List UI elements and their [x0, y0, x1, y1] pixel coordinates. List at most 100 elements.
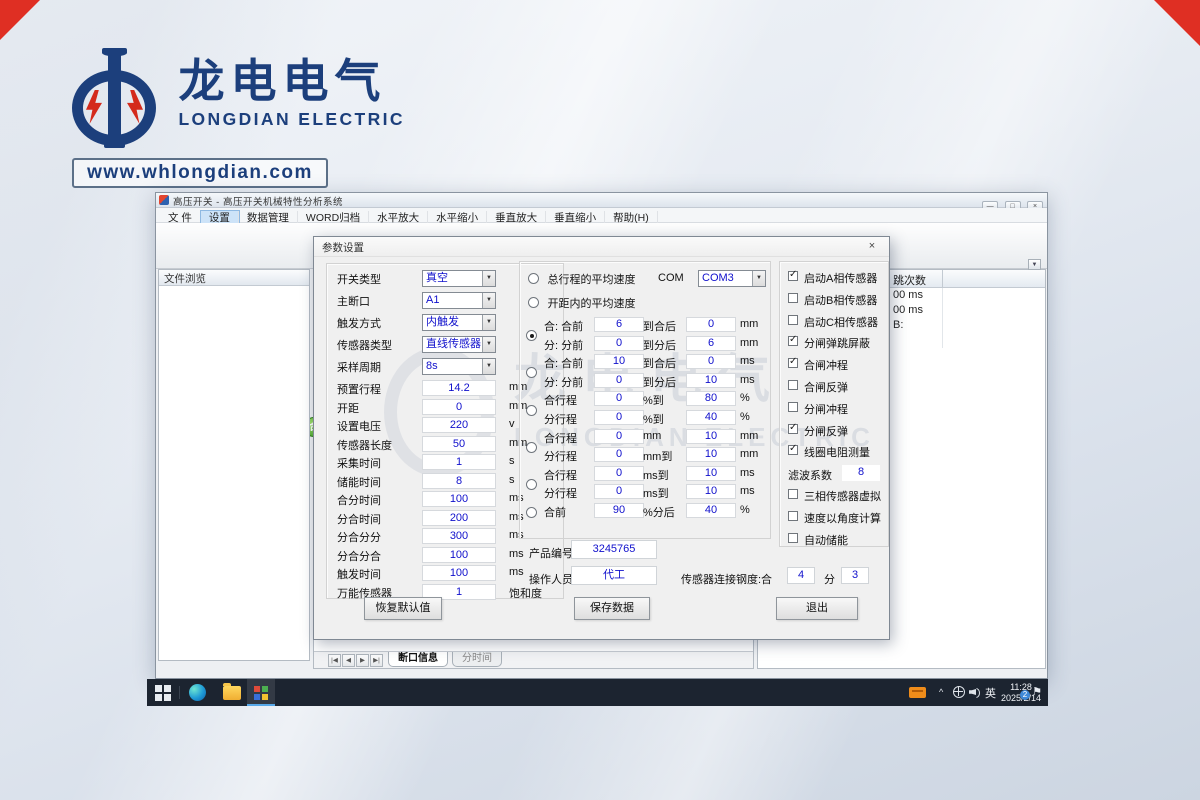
checkbox-row[interactable]: 合闸冲程 — [780, 355, 888, 377]
active-app-icon[interactable] — [247, 679, 275, 706]
speed-value-input[interactable]: 6 — [594, 317, 644, 332]
checkbox-row[interactable]: 速度以角度计算 — [780, 508, 888, 530]
speed-value-input[interactable]: 40 — [686, 503, 736, 518]
com-port-select[interactable]: COM3▼ — [698, 270, 766, 287]
param-input[interactable]: 100▼ — [422, 565, 496, 581]
edge-browser-icon[interactable] — [189, 684, 206, 701]
speed-mid-label: ms到 — [643, 485, 669, 501]
speed-value-input[interactable]: 0 — [686, 354, 736, 369]
bottom-tab[interactable]: 分时间 — [452, 652, 502, 667]
operator-input[interactable]: 代工 — [571, 566, 657, 585]
param-input[interactable]: 200▼ — [422, 510, 496, 526]
param-input[interactable]: 直线传感器▼ — [422, 336, 496, 353]
speed-unit: mm — [740, 448, 758, 460]
checkbox — [788, 336, 798, 346]
chevron-down-icon[interactable]: ▼ — [482, 337, 495, 352]
chevron-down-icon[interactable]: ▼ — [1028, 259, 1041, 270]
start-button[interactable] — [155, 684, 172, 701]
checkbox-row[interactable]: 启动C相传感器 — [780, 312, 888, 334]
speed-value-input[interactable]: 0 — [594, 336, 644, 351]
record-nav-button[interactable]: ▶| — [370, 654, 383, 667]
checkbox — [788, 315, 798, 325]
speed-value-input[interactable]: 0 — [686, 317, 736, 332]
avg-speed-option-2[interactable]: 开距内的平均速度 — [528, 294, 635, 310]
checkbox — [788, 424, 798, 434]
checkbox-row[interactable]: 启动A相传感器 — [780, 268, 888, 290]
param-input[interactable]: 100▼ — [422, 491, 496, 507]
tray-utility-icon[interactable] — [909, 687, 926, 698]
speed-row-label: 合前 — [544, 504, 566, 520]
param-input[interactable]: 内触发▼ — [422, 314, 496, 331]
ime-indicator[interactable]: 英 — [985, 685, 996, 701]
param-input[interactable]: 真空▼ — [422, 270, 496, 287]
longdian-logo — [72, 48, 160, 148]
speed-value-input[interactable]: 0 — [594, 484, 644, 499]
chevron-down-icon[interactable]: ▼ — [482, 359, 495, 374]
param-input[interactable]: 8s▼ — [422, 358, 496, 375]
checkbox-row[interactable]: 自动储能 — [780, 530, 888, 552]
exit-button[interactable]: 退出 — [776, 597, 858, 620]
speed-value-input[interactable]: 10 — [594, 354, 644, 369]
stiffness-open-input[interactable]: 3 — [841, 567, 869, 584]
speed-value-input[interactable]: 6 — [686, 336, 736, 351]
param-input[interactable]: 1▼ — [422, 454, 496, 470]
file-explorer-icon[interactable] — [223, 686, 241, 700]
record-nav-button[interactable]: |◀ — [328, 654, 341, 667]
restore-defaults-button[interactable]: 恢复默认值 — [364, 597, 442, 620]
checkbox-row[interactable]: 分闸反弹 — [780, 421, 888, 443]
record-nav-button[interactable]: ◀ — [342, 654, 355, 667]
volume-icon[interactable] — [969, 686, 982, 698]
chevron-down-icon[interactable]: ▼ — [482, 293, 495, 308]
product-no-input[interactable]: 3245765 — [571, 540, 657, 559]
notification-center-icon[interactable]: ⚑ 2 — [1020, 684, 1044, 701]
speed-value-input[interactable]: 0 — [594, 410, 644, 425]
radio[interactable] — [526, 507, 537, 518]
dialog-close-icon[interactable]: × — [861, 239, 883, 254]
network-icon[interactable] — [953, 686, 965, 698]
avg-speed-option-1[interactable]: 总行程的平均速度 COM COM3▼ — [528, 270, 635, 286]
hidden-icons-chevron[interactable]: ^ — [939, 687, 949, 697]
param-input[interactable]: 14.2▼ — [422, 380, 496, 396]
checkbox-row[interactable]: 分闸弹跳屏蔽 — [780, 333, 888, 355]
checkbox-label: 启动A相传感器 — [804, 270, 877, 286]
stiffness-close-input[interactable]: 4 — [787, 567, 815, 584]
speed-value-input[interactable]: 10 — [686, 373, 736, 388]
speed-row-label: 分行程 — [544, 485, 577, 501]
chevron-down-icon[interactable]: ▼ — [482, 271, 495, 286]
speed-value-input[interactable]: 40 — [686, 410, 736, 425]
param-input[interactable]: 50▼ — [422, 436, 496, 452]
save-data-button[interactable]: 保存数据 — [574, 597, 650, 620]
checkbox-row[interactable]: 分闸冲程 — [780, 399, 888, 421]
speed-value-input[interactable]: 10 — [686, 466, 736, 481]
speed-value-input[interactable]: 10 — [686, 484, 736, 499]
filter-input[interactable]: 8 — [842, 465, 880, 481]
speed-value-input[interactable]: 0 — [594, 447, 644, 462]
param-input[interactable]: 8▼ — [422, 473, 496, 489]
param-input[interactable]: A1▼ — [422, 292, 496, 309]
speed-value-input[interactable]: 0 — [594, 429, 644, 444]
param-input[interactable]: 300▼ — [422, 528, 496, 544]
speed-value-input[interactable]: 10 — [686, 447, 736, 462]
menu-bar: 文 件设置数据管理WORD归档水平放大水平缩小垂直放大垂直缩小帮助(H) — [156, 208, 1047, 223]
param-input[interactable]: 0▼ — [422, 399, 496, 415]
checkbox-row[interactable]: 启动B相传感器 — [780, 290, 888, 312]
app-icon — [159, 195, 169, 205]
speed-value-input[interactable]: 0 — [594, 466, 644, 481]
checkbox-row[interactable]: 合闸反弹 — [780, 377, 888, 399]
checkbox-row[interactable]: 线圈电阻测量 — [780, 442, 888, 464]
record-nav-button[interactable]: ▶ — [356, 654, 369, 667]
speed-value-input[interactable]: 0 — [594, 373, 644, 388]
corner-accent-top-right — [1154, 0, 1200, 46]
param-input[interactable]: 220▼ — [422, 417, 496, 433]
checkbox-row[interactable]: 三相传感器虚拟 — [780, 486, 888, 508]
speed-value-input[interactable]: 90 — [594, 503, 644, 518]
company-name-cn: 龙电电气 — [178, 56, 405, 107]
chevron-down-icon[interactable]: ▼ — [482, 315, 495, 330]
speed-value-input[interactable]: 10 — [686, 429, 736, 444]
bottom-tab[interactable]: 断口信息 — [388, 652, 448, 667]
speed-value-input[interactable]: 80 — [686, 391, 736, 406]
speed-row: 合行程 0 %到 80 % — [520, 390, 770, 409]
speed-value-input[interactable]: 0 — [594, 391, 644, 406]
param-label: 触发时间 — [337, 566, 381, 582]
param-input[interactable]: 100▼ — [422, 547, 496, 563]
